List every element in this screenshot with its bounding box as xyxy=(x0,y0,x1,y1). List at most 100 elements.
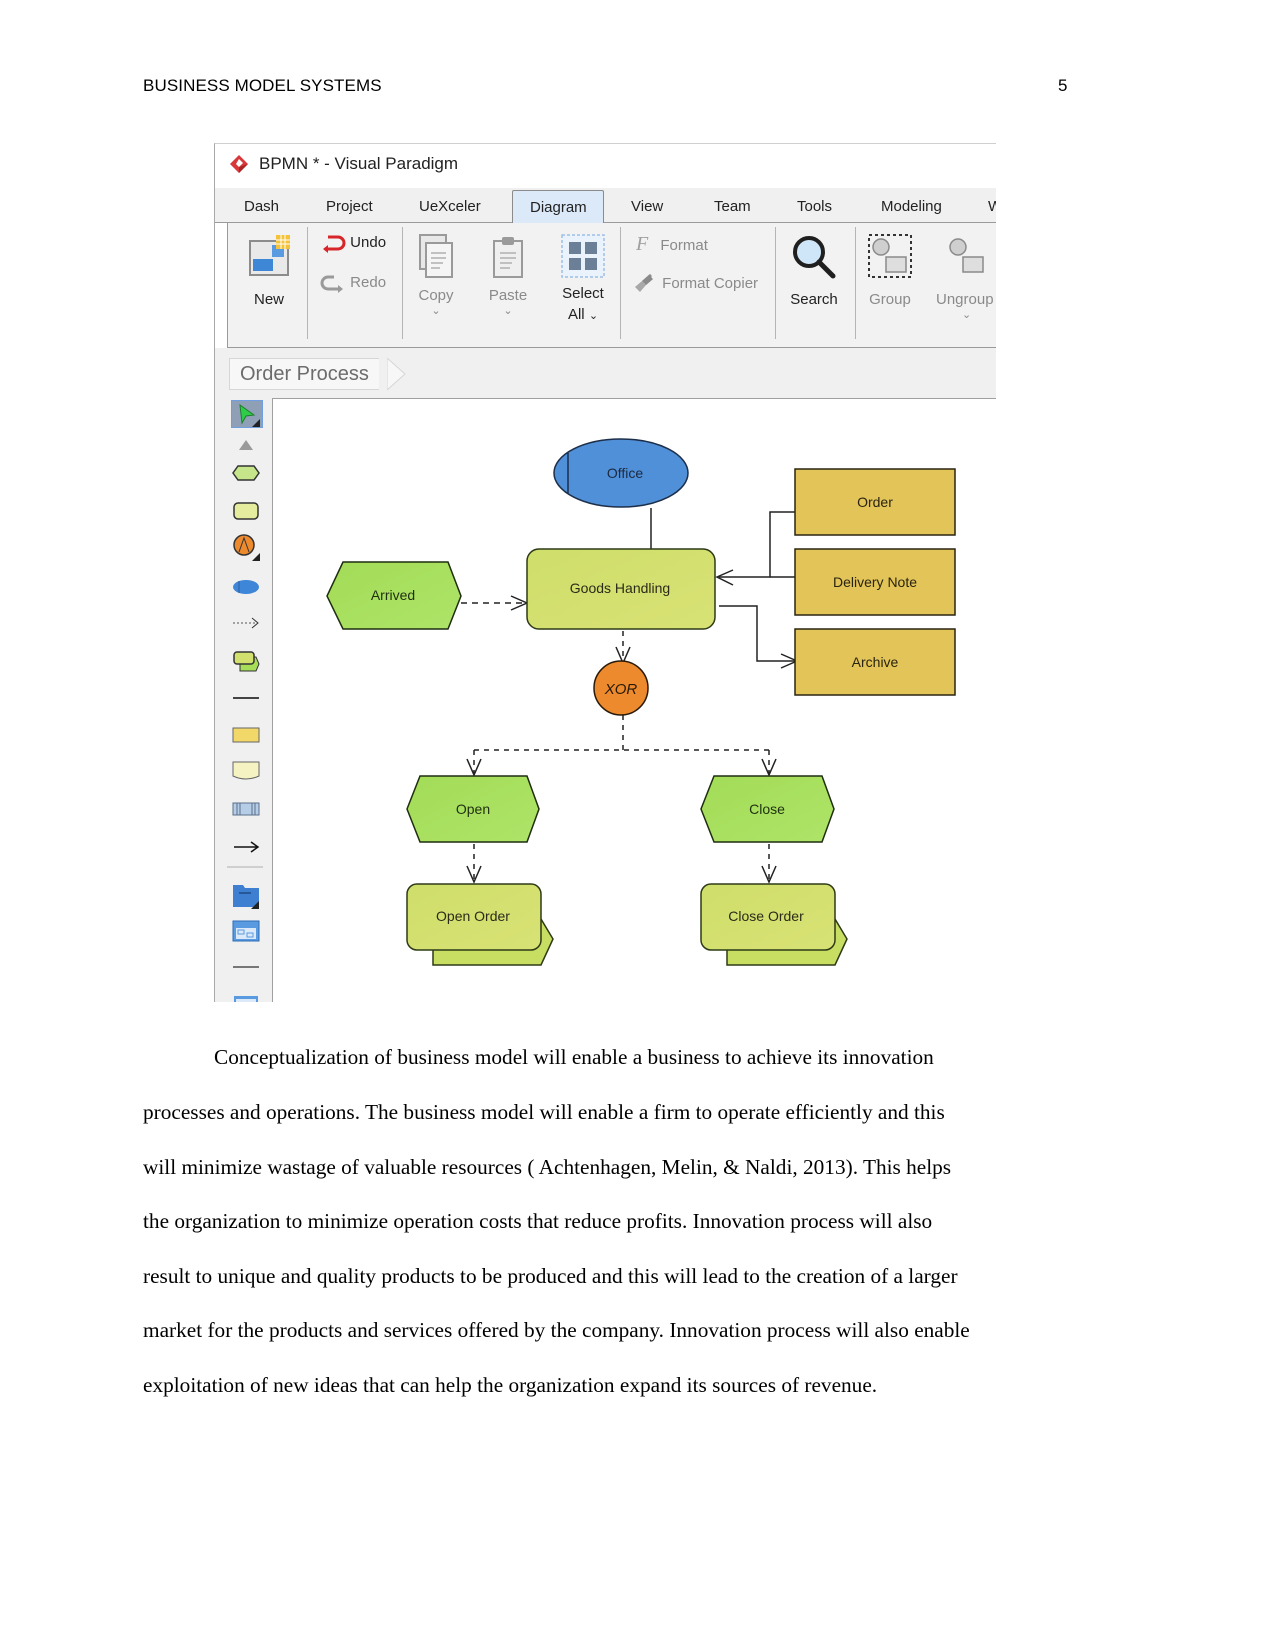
tab-window[interactable]: W xyxy=(988,198,996,215)
page-number: 5 xyxy=(1058,76,1068,95)
epc-diagram: Office Goods Handling Arrived Order Deli… xyxy=(326,438,956,966)
select-all-label-2: All xyxy=(567,306,585,323)
undo-label: Undo xyxy=(350,233,387,251)
new-diagram-icon xyxy=(249,235,290,276)
format-button[interactable]: F Format xyxy=(636,233,776,255)
undo-icon xyxy=(323,235,346,253)
paragraph-line: will minimize wastage of valuable resour… xyxy=(143,1155,952,1179)
diagram-canvas[interactable]: Office Goods Handling Arrived Order Deli… xyxy=(273,398,996,1002)
application-system-icon[interactable] xyxy=(231,796,261,822)
new-button[interactable]: New xyxy=(242,233,296,323)
redo-label: Redo xyxy=(350,273,387,291)
node-close-order-label: Close Order xyxy=(728,908,804,924)
node-archive[interactable]: Archive xyxy=(794,628,956,696)
node-archive-label: Archive xyxy=(852,654,899,670)
node-office[interactable]: Office xyxy=(553,438,689,508)
paragraph-line: market for the products and services off… xyxy=(143,1318,970,1342)
node-close[interactable]: Close xyxy=(700,775,835,843)
tab-team[interactable]: Team xyxy=(714,198,751,215)
table-icon[interactable] xyxy=(231,988,261,1002)
node-delivery-note-label: Delivery Note xyxy=(833,574,917,590)
search-button[interactable]: Search xyxy=(784,233,844,323)
format-copier-button[interactable]: Format Copier xyxy=(632,273,782,295)
node-close-label: Close xyxy=(749,801,785,817)
process-path-icon[interactable] xyxy=(231,648,261,674)
undo-button[interactable]: Undo xyxy=(320,233,400,255)
redo-button[interactable]: Redo xyxy=(320,273,400,295)
organization-unit-icon[interactable] xyxy=(231,574,261,600)
running-head: BUSINESS MODEL SYSTEMS xyxy=(143,76,382,95)
menu-bar: Dash Project UeXceler Diagram View Team … xyxy=(215,188,996,223)
format-copier-label: Format Copier xyxy=(662,274,759,292)
palette-divider xyxy=(227,866,263,868)
redo-icon xyxy=(320,275,343,293)
select-all-button[interactable]: Select All ⌄ xyxy=(556,233,610,333)
tab-project[interactable]: Project xyxy=(326,198,373,215)
goods-to-archive-connector xyxy=(719,605,795,662)
format-copier-brush-icon xyxy=(635,273,653,292)
node-open-label: Open xyxy=(456,801,490,817)
paste-icon xyxy=(493,237,523,278)
node-order-label: Order xyxy=(857,494,893,510)
tab-uexceler[interactable]: UeXceler xyxy=(419,198,481,215)
select-all-icon xyxy=(561,234,605,278)
tab-diagram-label: Diagram xyxy=(530,199,587,216)
control-flow-icon[interactable] xyxy=(231,610,261,636)
line-icon-2[interactable] xyxy=(231,954,261,980)
ungroup-chevron-icon[interactable]: ⌄ xyxy=(962,308,996,321)
copy-label: Copy xyxy=(418,287,454,304)
copy-button[interactable]: Copy ⌄ xyxy=(414,233,458,333)
copy-icon xyxy=(419,234,453,278)
node-goods-handling[interactable]: Goods Handling xyxy=(526,548,716,630)
format-icon: F xyxy=(636,233,649,255)
ungroup-button[interactable]: Ungroup ⌄ xyxy=(936,233,996,333)
node-open[interactable]: Open xyxy=(406,775,540,843)
visual-paradigm-screenshot: BPMN * - Visual Paradigm Dash Project Ue… xyxy=(214,143,996,1002)
xor-connector-icon[interactable] xyxy=(231,534,261,561)
node-close-order[interactable]: Close Order xyxy=(700,883,848,966)
selector-icon[interactable] xyxy=(231,400,263,428)
breadcrumb-bar: Order Process xyxy=(215,348,996,398)
function-rect-icon[interactable] xyxy=(231,498,261,524)
paragraph-line: exploitation of new ideas that can help … xyxy=(143,1373,878,1397)
breadcrumb-order-process[interactable]: Order Process xyxy=(229,358,379,390)
visual-paradigm-logo-icon xyxy=(230,155,248,173)
tab-modeling[interactable]: Modeling xyxy=(881,198,942,215)
search-label: Search xyxy=(790,291,838,308)
paragraph-line: the organization to minimize operation c… xyxy=(143,1209,933,1233)
search-icon xyxy=(793,236,836,279)
collapse-arrow-icon[interactable] xyxy=(231,432,261,458)
line-icon[interactable] xyxy=(231,685,261,711)
select-all-chevron-icon[interactable]: ⌄ xyxy=(589,310,598,322)
arrow-icon[interactable] xyxy=(231,834,261,860)
group-button[interactable]: Group xyxy=(864,233,916,323)
event-hexagon-icon[interactable] xyxy=(231,460,261,486)
node-xor[interactable]: XOR xyxy=(593,660,649,716)
tab-tools[interactable]: Tools xyxy=(797,198,832,215)
xor-split-flow xyxy=(473,715,770,773)
paste-chevron-icon[interactable]: ⌄ xyxy=(486,304,530,317)
paste-button[interactable]: Paste ⌄ xyxy=(486,233,530,333)
node-delivery-note[interactable]: Delivery Note xyxy=(794,548,956,616)
document-icon[interactable] xyxy=(231,758,261,784)
node-office-label: Office xyxy=(607,465,644,481)
node-open-order[interactable]: Open Order xyxy=(406,883,554,966)
subdiagram-icon[interactable] xyxy=(231,918,261,944)
window-title: BPMN * - Visual Paradigm xyxy=(259,154,459,173)
node-open-order-label: Open Order xyxy=(436,908,510,924)
node-goods-handling-label: Goods Handling xyxy=(570,580,670,596)
group-icon xyxy=(868,234,912,278)
copy-chevron-icon[interactable]: ⌄ xyxy=(414,304,458,317)
tab-view[interactable]: View xyxy=(631,198,663,215)
information-object-icon[interactable] xyxy=(231,722,261,748)
node-order[interactable]: Order xyxy=(794,468,956,536)
paragraph-line: result to unique and quality products to… xyxy=(143,1264,958,1288)
package-icon[interactable] xyxy=(231,882,261,909)
ribbon-toolbar: New Undo Redo Copy ⌄ Paste ⌄ Select All … xyxy=(227,223,996,348)
order-to-goods-connector xyxy=(719,511,795,578)
node-arrived[interactable]: Arrived xyxy=(326,561,462,630)
node-xor-label: XOR xyxy=(604,681,638,698)
title-bar: BPMN * - Visual Paradigm xyxy=(215,144,996,188)
tab-diagram[interactable]: Diagram xyxy=(512,190,604,223)
tab-dash[interactable]: Dash xyxy=(244,198,279,215)
